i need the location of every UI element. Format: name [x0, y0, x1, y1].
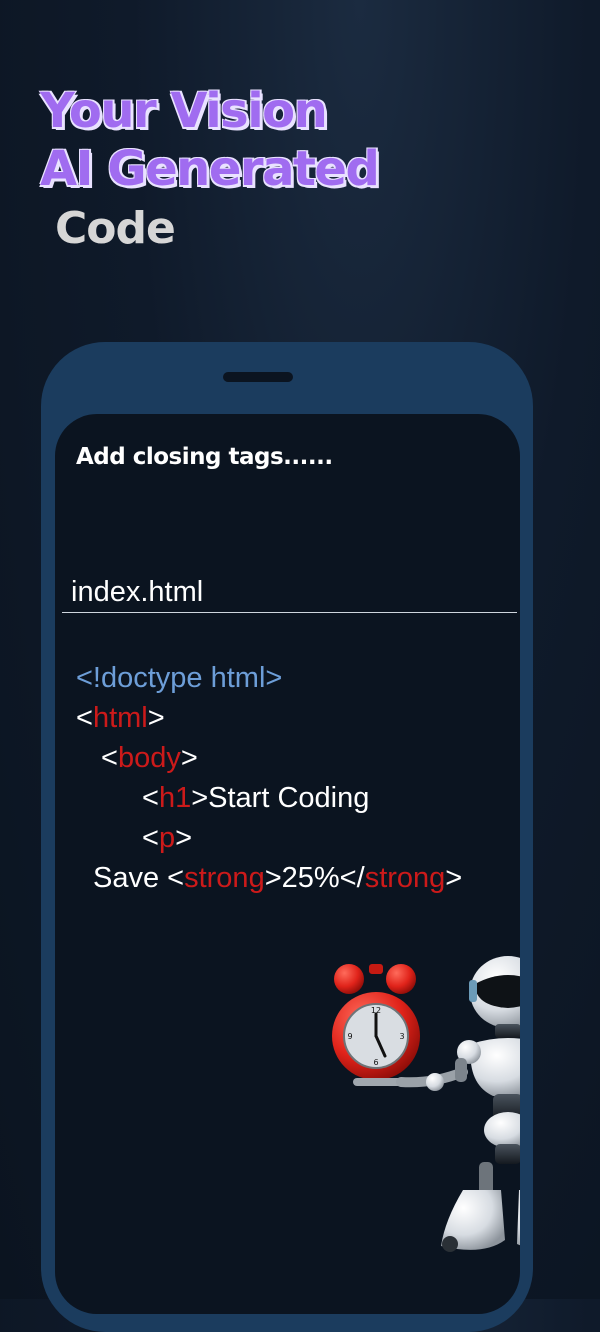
percent-text: >25%</ [264, 862, 365, 894]
tag-h1: h1 [158, 782, 192, 814]
tag-body: body [117, 742, 181, 774]
phone-speaker [223, 372, 293, 382]
robot-icon: 12 3 6 9 [332, 956, 520, 1252]
code-line-body: <body> [101, 738, 198, 778]
code-line-p: <p> [142, 818, 192, 858]
file-name-underline [62, 612, 517, 613]
code-line-h1: <h1>Start Coding [142, 778, 369, 818]
clock-number-6: 6 [373, 1058, 378, 1067]
angle-close: > [147, 702, 165, 734]
robot-head-icon [469, 956, 520, 1038]
robot-legs-icon [441, 1162, 520, 1252]
angle-open: < [76, 702, 93, 734]
phone-frame: Add closing tags...... index.html <!doct… [41, 342, 533, 1332]
angle-open: < [142, 822, 159, 854]
headline: Your Vision AI Generated Code [40, 82, 380, 260]
angle-close: > [445, 862, 463, 894]
clock-number-9: 9 [347, 1032, 352, 1041]
headline-line-2: AI Generated [40, 141, 380, 197]
save-text: Save < [93, 862, 185, 894]
clock-number-3: 3 [399, 1032, 404, 1041]
code-line-strong: Save <strong>25%</strong> [93, 858, 462, 898]
h1-content: >Start Coding [191, 782, 370, 814]
angle-open: < [101, 742, 118, 774]
angle-close: > [175, 822, 193, 854]
angle-close: > [180, 742, 198, 774]
task-prompt: Add closing tags...... [76, 444, 333, 470]
alarm-clock-icon: 12 3 6 9 [332, 964, 420, 1086]
tag-p: p [158, 822, 176, 854]
headline-line-1: Your Vision [40, 83, 328, 139]
angle-open: < [142, 782, 159, 814]
tag-strong-close: strong [364, 862, 446, 894]
tag-strong-open: strong [184, 862, 265, 894]
doctype-text: <!doctype html> [76, 662, 283, 694]
robot-body-icon [455, 1038, 520, 1164]
code-line-html: <html> [76, 698, 165, 738]
code-line-doctype: <!doctype html> [76, 658, 282, 698]
phone-screen: Add closing tags...... index.html <!doct… [55, 414, 520, 1314]
tag-html: html [92, 702, 148, 734]
file-name-field[interactable]: index.html [71, 576, 203, 609]
headline-line-3: Code [55, 203, 176, 254]
